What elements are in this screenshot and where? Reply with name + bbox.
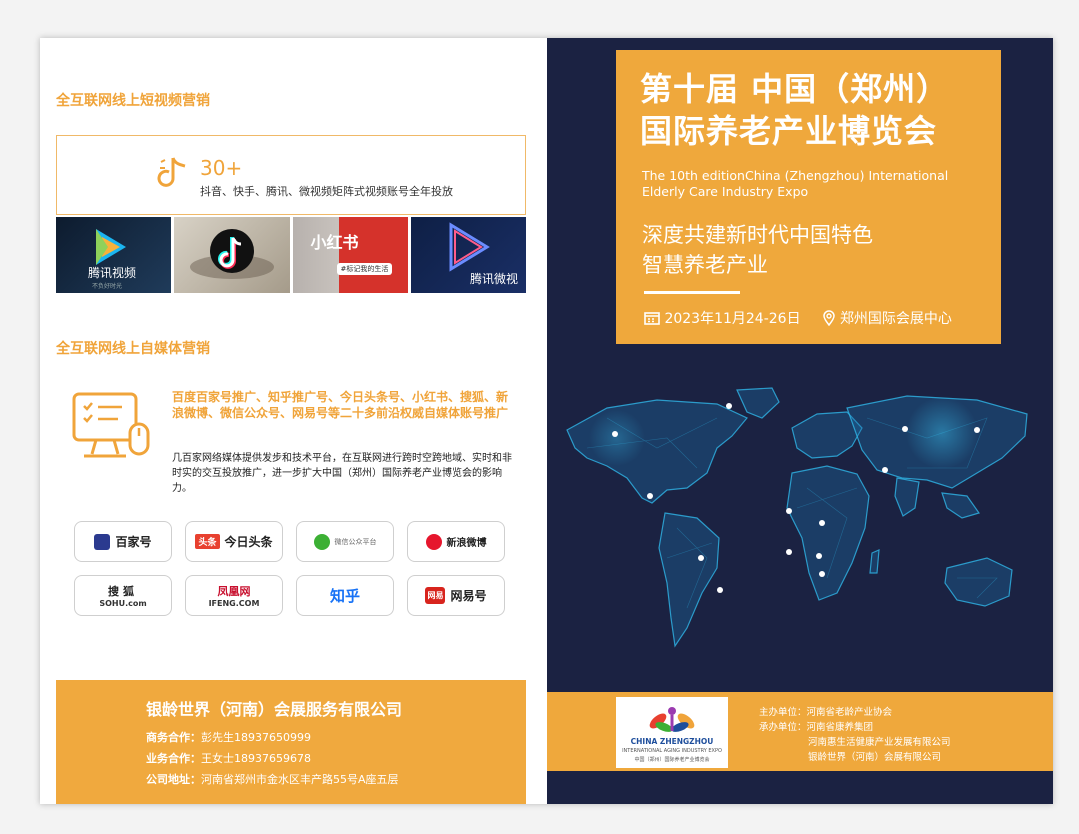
toutiao-icon: 头条 bbox=[195, 534, 220, 549]
video-account-count: 30+ bbox=[200, 156, 243, 180]
title-divider bbox=[644, 291, 740, 294]
host-name: 河南省老龄产业协会 bbox=[806, 707, 893, 718]
expo-title-line1: 第十届 中国（郑州） bbox=[640, 70, 950, 108]
calendar-icon bbox=[644, 312, 660, 325]
self-media-title: 百度百家号推广、知乎推广号、今日头条号、小红书、搜狐、新浪微博、微信公众号、网易… bbox=[172, 390, 509, 420]
thumb-weishi-label: 腾讯微视 bbox=[469, 272, 518, 286]
platform-weibo-label: 新浪微博 bbox=[446, 538, 487, 549]
business-contact-label: 商务合作： bbox=[146, 731, 201, 744]
music-note-icon bbox=[157, 157, 186, 187]
thumb-weishi: 腾讯微视 bbox=[410, 217, 526, 293]
expo-date: 2023年11月24-26日 bbox=[664, 311, 801, 327]
co-organizer-2: 河南惠生活健康产业发展有限公司 bbox=[808, 737, 951, 748]
xhs-tag: #标记我的生活 bbox=[336, 263, 393, 275]
platform-baijiahao-label: 百家号 bbox=[115, 535, 152, 549]
platform-netease-label: 网易号 bbox=[450, 589, 487, 603]
short-video-heading: 全互联网线上短视频营销 bbox=[56, 93, 210, 109]
monitor-icon bbox=[72, 392, 150, 458]
expo-title-box: 第十届 中国（郑州） 国际养老产业博览会 The 10th editionChi… bbox=[616, 50, 1001, 344]
bottom-navy-strip bbox=[547, 771, 1053, 804]
thumb-tencent-video-sub: 不负好时光 bbox=[92, 283, 123, 290]
platform-logo-grid: 百家号 头条 今日头条 微信公众平台 新浪微博 搜狐 SOHU.com 凤凰网 … bbox=[74, 521, 506, 616]
thumb-tencent-video-label: 腾讯视频 bbox=[88, 266, 137, 280]
video-platform-thumbnails: 腾讯视频 不负好时光 小红书 #标记我的生活 腾讯微视 bbox=[56, 217, 526, 293]
expo-logo-name: CHINA ZHENGZHOU bbox=[630, 737, 714, 746]
organizer-footer: CHINA ZHENGZHOU INTERNATIONAL AGING INDU… bbox=[547, 692, 1053, 771]
platform-sohu-label: 搜狐 bbox=[108, 585, 138, 598]
platform-toutiao-label: 今日头条 bbox=[224, 535, 273, 549]
expo-logo-subtitle: INTERNATIONAL AGING INDUSTRY EXPO bbox=[622, 748, 722, 754]
host-label: 主办单位： bbox=[759, 707, 807, 718]
company-name: 银龄世界（河南）会展服务有限公司 bbox=[146, 700, 403, 719]
platform-ifeng-label: 凤凰网 bbox=[217, 585, 251, 598]
netease-icon: 网易 bbox=[425, 587, 446, 604]
platform-zhihu-label: 知乎 bbox=[329, 587, 360, 605]
thumb-douyin bbox=[174, 217, 290, 293]
co-organizer-label: 承办单位： bbox=[759, 722, 807, 733]
platform-netease: 网易 网易号 bbox=[407, 575, 505, 616]
co-organizer-3: 银龄世界（河南）会展有限公司 bbox=[808, 752, 942, 763]
expo-date-venue: 2023年11月24-26日 郑州国际会展中心 bbox=[644, 308, 952, 328]
expo-logo: CHINA ZHENGZHOU INTERNATIONAL AGING INDU… bbox=[616, 697, 728, 768]
left-panel: 全互联网线上短视频营销 30+ 抖音、快手、腾讯、微视频矩阵式视频账号全年投放 … bbox=[40, 38, 547, 804]
expo-theme-line1: 深度共建新时代中国特色 bbox=[642, 223, 873, 247]
short-video-box: 30+ 抖音、快手、腾讯、微视频矩阵式视频账号全年投放 bbox=[56, 135, 526, 215]
platform-zhihu: 知乎 bbox=[296, 575, 394, 616]
thumb-xiaohongshu-label: 小红书 bbox=[310, 233, 359, 252]
expo-venue: 郑州国际会展中心 bbox=[839, 311, 952, 327]
business-contact-value: 彭先生18937650999 bbox=[201, 731, 311, 744]
co-organizer: 承办单位：河南省康养集团 bbox=[759, 719, 873, 733]
expo-title-line2: 国际养老产业博览会 bbox=[640, 112, 938, 150]
right-panel: 第十届 中国（郑州） 国际养老产业博览会 The 10th editionChi… bbox=[547, 38, 1053, 804]
operations-contact-value: 王女士18937659678 bbox=[201, 752, 311, 765]
thumb-xiaohongshu: 小红书 #标记我的生活 bbox=[292, 217, 408, 293]
host-organizer: 主办单位：河南省老龄产业协会 bbox=[759, 704, 892, 718]
brochure-spread: 全互联网线上短视频营销 30+ 抖音、快手、腾讯、微视频矩阵式视频账号全年投放 … bbox=[40, 38, 1053, 804]
thumb-tencent-video: 腾讯视频 不负好时光 bbox=[56, 217, 172, 293]
business-contact: 商务合作：彭先生18937650999 bbox=[146, 729, 311, 745]
platform-toutiao: 头条 今日头条 bbox=[185, 521, 283, 562]
platform-wechat-label: 微信公众平台 bbox=[334, 537, 377, 546]
world-map-graphic bbox=[566, 387, 1028, 648]
sohu-icon: SOHU.com bbox=[99, 599, 147, 608]
expo-logo-cn: 中国（郑州）国际养老产业博览会 bbox=[634, 757, 710, 763]
expo-title-english: The 10th editionChina (Zhengzhou) Intern… bbox=[642, 168, 949, 199]
self-media-heading: 全互联网线上自媒体营销 bbox=[56, 341, 210, 357]
platform-baijiahao: 百家号 bbox=[74, 521, 172, 562]
expo-theme-line2: 智慧养老产业 bbox=[642, 253, 768, 277]
expo-title: 第十届 中国（郑州） 国际养老产业博览会 bbox=[640, 68, 949, 152]
wechat-icon bbox=[313, 533, 330, 550]
expo-theme: 深度共建新时代中国特色 智慧养老产业 bbox=[642, 220, 873, 280]
company-address-value: 河南省郑州市金水区丰产路55号A座五层 bbox=[201, 773, 399, 786]
expo-logo-figure-icon bbox=[649, 707, 695, 732]
platform-weibo: 新浪微博 bbox=[407, 521, 505, 562]
company-address-label: 公司地址： bbox=[146, 773, 201, 786]
operations-contact-label: 业务合作： bbox=[146, 752, 201, 765]
company-address: 公司地址：河南省郑州市金水区丰产路55号A座五层 bbox=[146, 771, 399, 787]
video-description: 抖音、快手、腾讯、微视频矩阵式视频账号全年投放 bbox=[200, 185, 453, 198]
co-organizer-1: 河南省康养集团 bbox=[806, 722, 874, 733]
platform-sohu: 搜狐 SOHU.com bbox=[74, 575, 172, 616]
platform-ifeng: 凤凰网 IFENG.COM bbox=[185, 575, 283, 616]
ifeng-icon: IFENG.COM bbox=[208, 599, 260, 608]
baijiahao-icon bbox=[94, 533, 111, 550]
self-media-body: 几百家网络媒体提供发步和技术平台，在互联网进行跨时空跨地域、实时和非时实的交互投… bbox=[172, 453, 512, 494]
location-pin-icon bbox=[823, 310, 836, 327]
operations-contact: 业务合作：王女士18937659678 bbox=[146, 750, 311, 766]
douyin-icon bbox=[190, 229, 275, 279]
weibo-icon bbox=[425, 533, 442, 550]
contact-panel: 银龄世界（河南）会展服务有限公司 商务合作：彭先生18937650999 业务合… bbox=[56, 680, 526, 804]
platform-wechat: 微信公众平台 bbox=[296, 521, 394, 562]
